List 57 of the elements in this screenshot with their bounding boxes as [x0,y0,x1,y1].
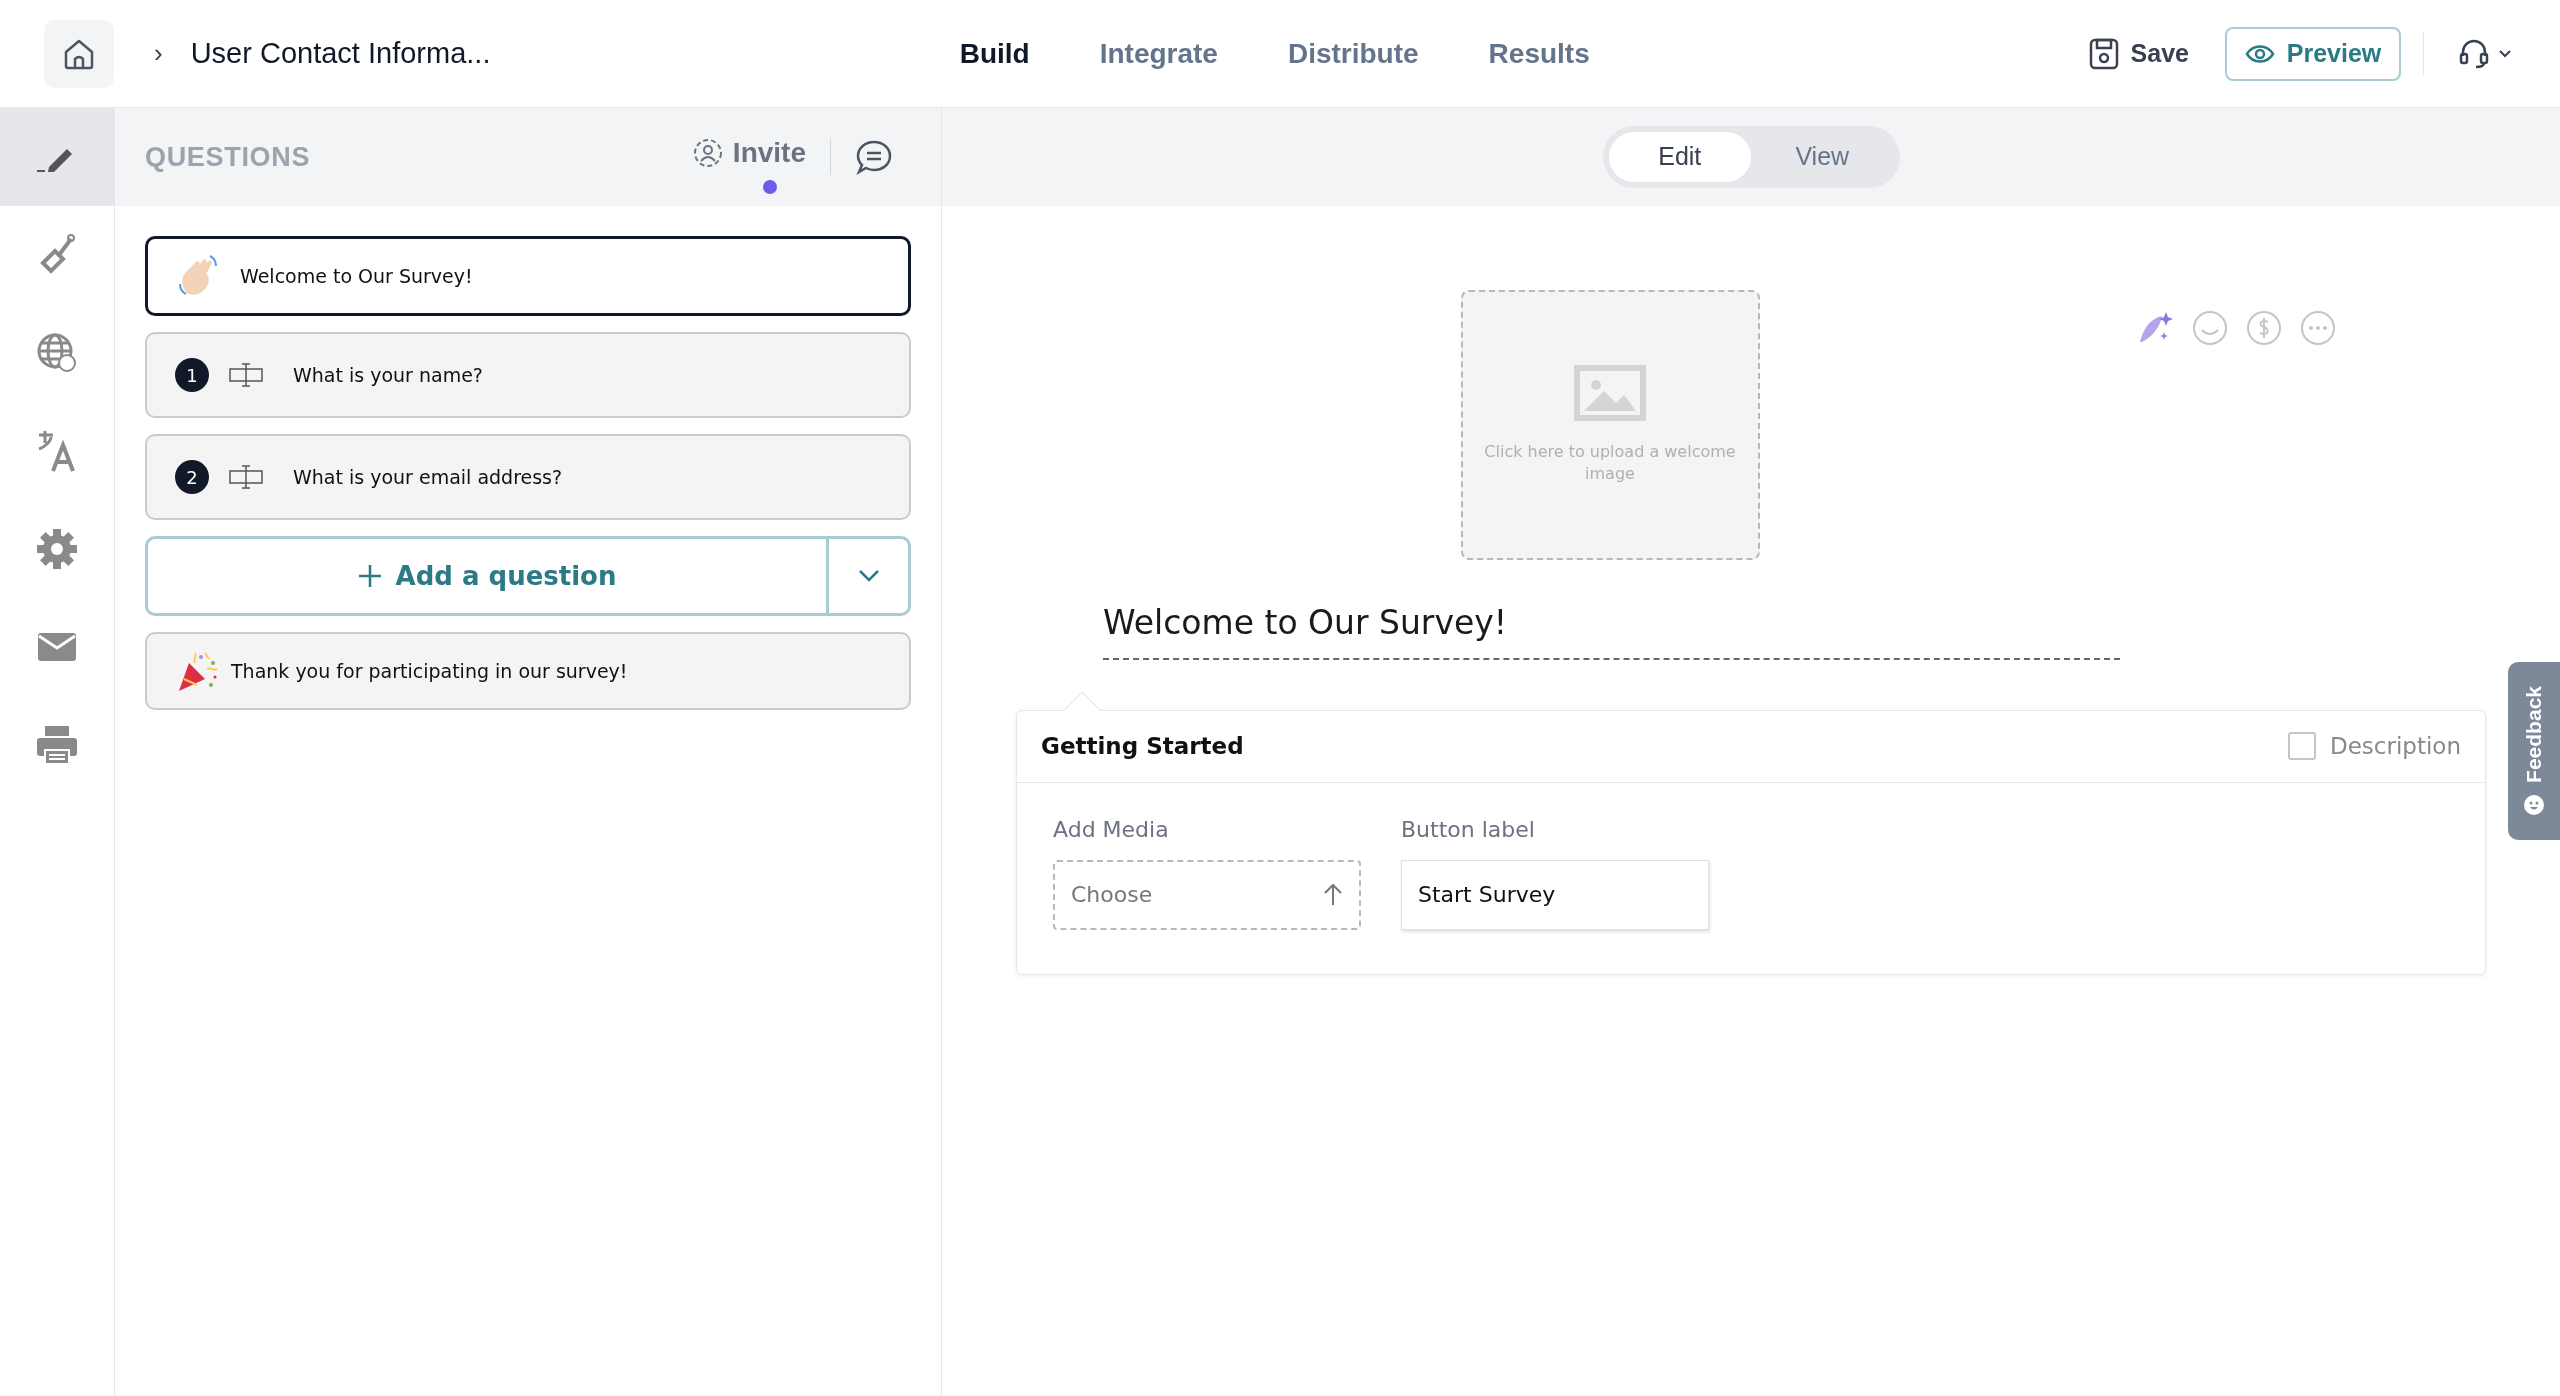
mode-toggle-option[interactable]: View [1751,132,1894,182]
survey-title: User Contact Informa... [190,35,492,71]
upload-arrow-icon [1323,882,1343,907]
question-number: 1 [175,358,209,392]
waving-hand-icon [176,254,220,298]
smiley-icon[interactable] [2192,310,2228,346]
chevron-down-icon [2498,48,2512,59]
printer-icon [36,724,78,766]
invite-button[interactable]: Invite [692,118,806,196]
image-icon [1574,365,1646,421]
sidebar-tool-button[interactable] [0,108,114,206]
question-card[interactable]: 2 What is your email address? [145,434,911,520]
ending-card[interactable]: Thank you for participating in our survey! [145,632,911,710]
globe-icon [35,331,79,375]
headset-icon [2458,37,2490,70]
question-text: What is your email address? [293,464,563,490]
settings-icon [36,528,78,570]
save-button[interactable]: Save [2088,34,2189,73]
checkbox[interactable] [2288,732,2316,760]
breadcrumb-separator: › [154,37,163,70]
nav-tab[interactable]: Build [959,32,1030,75]
chevron-down-icon [857,569,880,583]
text-field-icon [229,465,263,489]
feedback-tab[interactable]: Feedback [2508,662,2560,840]
question-number: 2 [175,460,209,494]
more-icon[interactable] [2300,310,2336,346]
feedback-label: Feedback [2521,685,2547,783]
field-label: Button label [1401,815,1536,844]
field-label: Add Media [1053,815,1170,844]
mode-toggle-option[interactable]: Edit [1608,132,1751,182]
user-icon [692,138,723,168]
smiley-icon [2523,794,2545,817]
nav-tab[interactable]: Integrate [1099,32,1218,75]
description-checkbox[interactable]: Description [2288,728,2461,764]
question-card[interactable]: 1 What is your name? [145,332,911,418]
card-title: Getting Started [1041,731,1244,761]
home-button[interactable] [44,19,114,88]
nav-tab[interactable]: Results [1488,32,1590,75]
question-text: What is your name? [293,362,483,388]
panel-title: QUESTIONS [145,140,311,174]
ending-text: Thank you for participating in our survey! [231,658,628,684]
upload-hint: Click here to upload a welcome image [1483,441,1737,485]
comment-icon[interactable] [855,139,893,175]
welcome-card[interactable]: Welcome to Our Survey! [145,236,911,316]
button-label-field[interactable]: Start Survey [1401,859,1709,930]
media-upload-field[interactable]: Choose [1053,859,1361,930]
add-question-button[interactable]: Add a question [148,539,826,613]
mail-icon [37,632,77,662]
dollar-icon[interactable] [2246,310,2282,346]
plus-icon [357,564,382,588]
question-text: Welcome to Our Survey! [240,263,473,289]
welcome-title-field[interactable]: Welcome to Our Survey! [1103,603,1508,642]
preview-button[interactable]: Preview [2225,26,2401,81]
eye-icon [2244,42,2275,65]
text-field-icon [229,363,263,387]
nav-tab[interactable]: Distribute [1287,32,1419,75]
support-menu-button[interactable] [2458,37,2512,70]
